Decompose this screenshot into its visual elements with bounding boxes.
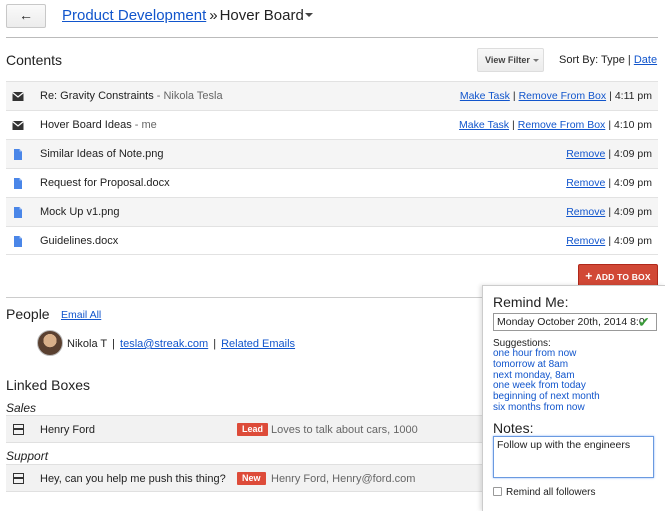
remove-from-box-link[interactable]: Remove From Box (519, 90, 607, 102)
separator: | (608, 148, 612, 160)
separator: | (213, 338, 217, 350)
notes-textarea[interactable]: Follow up with the engineers (493, 436, 654, 478)
separator: | (608, 206, 612, 218)
contents-heading: Contents (6, 52, 63, 68)
sort-by: Sort By: Type | Date (559, 54, 657, 66)
sort-date-link[interactable]: Date (634, 54, 657, 66)
breadcrumb-link-product-development[interactable]: Product Development (62, 7, 206, 24)
list-item[interactable]: Hover Board Ideas - me Make Task | Remove … (6, 110, 658, 139)
list-item[interactable]: Mock Up v1.png Remove | 4:09 pm (6, 197, 658, 226)
box-icon (13, 473, 24, 484)
breadcrumb-current-box: Hover Board (219, 7, 304, 24)
sort-type-option[interactable]: Type (601, 54, 625, 66)
item-title: Request for Proposal.docx (40, 177, 170, 189)
item-title: Mock Up v1.png (40, 206, 120, 218)
item-title: Hover Board Ideas (40, 119, 132, 131)
email-all-link[interactable]: Email All (61, 309, 101, 321)
item-time: 4:09 pm (614, 148, 652, 160)
item-title: Re: Gravity Constraints (40, 90, 154, 102)
breadcrumb-separator: » (209, 7, 218, 24)
file-icon (14, 207, 22, 218)
view-filter-button[interactable]: View Filter (477, 48, 544, 72)
envelope-icon (12, 121, 24, 130)
view-filter-label: View Filter (485, 55, 530, 65)
avatar (37, 330, 63, 356)
list-item[interactable]: Request for Proposal.docx Remove | 4:09 pm (6, 168, 658, 197)
item-time: 4:10 pm (614, 119, 652, 131)
linked-box-row[interactable]: Hey, can you help me push this thing? Ne… (6, 464, 482, 492)
item-time: 4:09 pm (614, 235, 652, 247)
item-sender: - me (134, 119, 157, 131)
remove-link[interactable]: Remove (566, 235, 605, 247)
remind-all-label: Remind all followers (506, 487, 596, 498)
separator: | (608, 235, 612, 247)
remove-from-box-link[interactable]: Remove From Box (518, 119, 606, 131)
linked-boxes-heading: Linked Boxes (6, 377, 91, 393)
remind-all-option[interactable]: Remind all followers (493, 487, 595, 498)
stage-badge: Lead (237, 423, 269, 436)
back-button[interactable]: ← (6, 4, 46, 28)
item-time: 4:11 pm (614, 90, 652, 102)
linked-box-name: Hey, can you help me push this thing? (40, 473, 226, 485)
separator: | (112, 338, 116, 350)
breadcrumb: Product Development» Hover Board (62, 7, 313, 24)
header-bar: ← Product Development» Hover Board (0, 0, 665, 36)
separator: | (512, 90, 516, 102)
header-divider (6, 37, 658, 38)
section-divider (6, 297, 482, 298)
remind-me-heading: Remind Me: (493, 294, 569, 310)
file-icon (14, 178, 22, 189)
people-heading: People (6, 306, 50, 322)
plus-icon: + (585, 269, 593, 283)
item-sender: - Nikola Tesla (156, 90, 223, 102)
list-item[interactable]: Similar Ideas of Note.png Remove | 4:09 pm (6, 139, 658, 168)
list-item[interactable]: Re: Gravity Constraints - Nikola Tesla M… (6, 81, 658, 110)
separator: | (609, 90, 612, 102)
add-to-box-label: ADD TO BOX (595, 272, 651, 282)
remove-link[interactable]: Remove (566, 206, 605, 218)
file-icon (14, 149, 22, 160)
box-icon (13, 424, 24, 435)
related-emails-link[interactable]: Related Emails (221, 338, 295, 350)
remind-all-checkbox[interactable] (493, 487, 502, 496)
sort-separator: | (627, 54, 631, 66)
linked-box-name: Henry Ford (40, 424, 96, 436)
sort-by-label: Sort By: (559, 54, 599, 66)
box-menu-chevron-down-icon[interactable] (305, 13, 313, 17)
list-item[interactable]: Guidelines.docx Remove | 4:09 pm (6, 226, 658, 255)
item-title: Guidelines.docx (40, 235, 119, 247)
suggestion-item[interactable]: six months from now (493, 402, 600, 414)
linked-box-snippet: Henry Ford, Henry@ford.com (271, 473, 416, 485)
linked-box-snippet: Loves to talk about cars, 1000 (271, 424, 418, 436)
item-title: Similar Ideas of Note.png (40, 148, 164, 160)
remove-link[interactable]: Remove (566, 148, 605, 160)
envelope-icon (12, 92, 24, 101)
contents-list: Re: Gravity Constraints - Nikola Tesla M… (6, 81, 658, 255)
stage-label-sales: Sales (6, 401, 37, 415)
item-time: 4:09 pm (614, 177, 652, 189)
item-time: 4:09 pm (614, 206, 652, 218)
stage-badge: New (237, 472, 266, 485)
reminder-panel: Remind Me: Monday October 20th, 2014 8:0… (482, 285, 665, 511)
suggestion-item[interactable]: tomorrow at 8am (493, 359, 600, 371)
person-name: Nikola T (67, 338, 108, 350)
checkmark-icon: ✔ (638, 314, 650, 330)
stage-label-support: Support (6, 449, 49, 463)
linked-box-row[interactable]: Henry Ford Lead Loves to talk about cars… (6, 415, 482, 443)
reminder-date-input[interactable]: Monday October 20th, 2014 8:0 (493, 313, 657, 331)
file-icon (14, 236, 22, 247)
chevron-down-icon (532, 59, 539, 63)
notes-label: Notes: (493, 420, 534, 436)
person-email-link[interactable]: tesla@streak.com (120, 338, 208, 350)
separator: | (608, 119, 612, 131)
make-task-link[interactable]: Make Task (459, 119, 509, 131)
remove-link[interactable]: Remove (566, 177, 605, 189)
suggestions-list: one hour from now tomorrow at 8am next m… (493, 348, 600, 414)
make-task-link[interactable]: Make Task (460, 90, 510, 102)
separator: | (608, 177, 612, 189)
person-entry: Nikola T | tesla@streak.com | Related Emails (67, 338, 295, 350)
separator: | (512, 119, 515, 131)
